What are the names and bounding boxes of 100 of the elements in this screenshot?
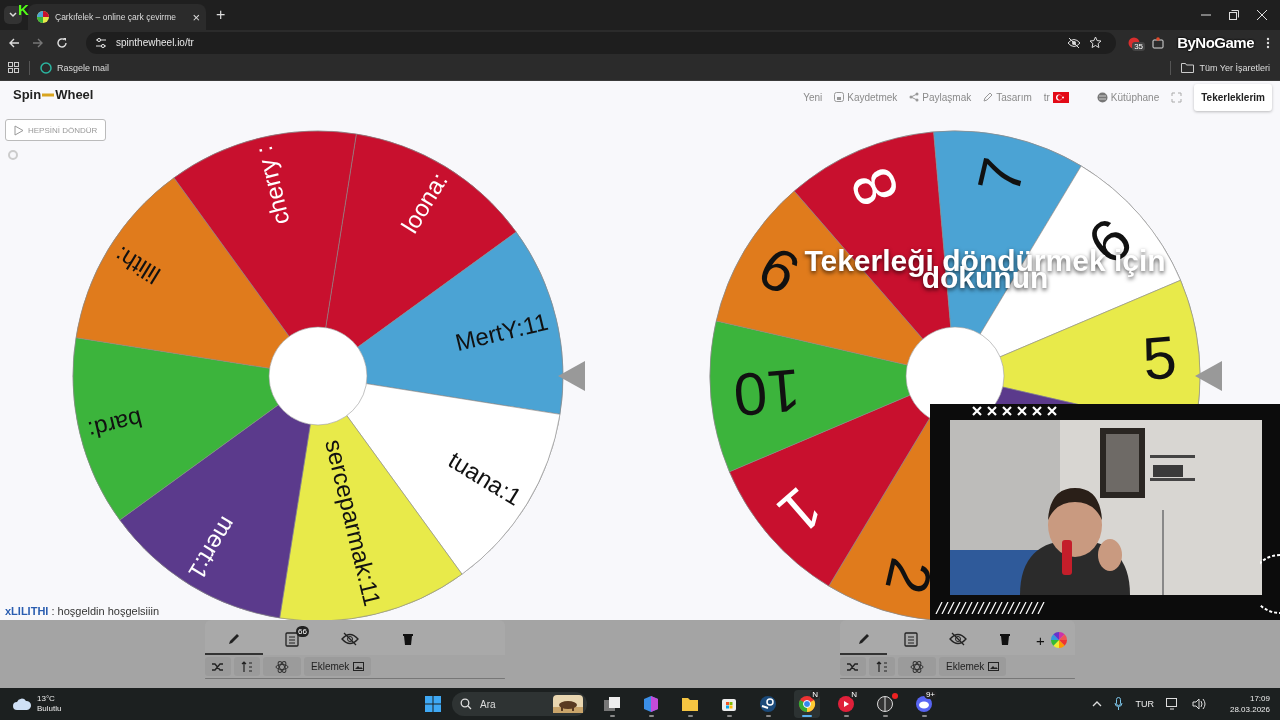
segment-label: MertY:11 [452,307,551,357]
network-icon[interactable] [1165,698,1180,710]
eye-slash-icon [948,632,967,646]
reload-icon[interactable] [56,36,68,49]
play-icon [14,124,24,136]
shuffle-button[interactable] [205,657,231,676]
shuffle-button[interactable] [840,657,866,676]
stream-logo: K [18,1,29,18]
chrome-logo-icon [798,695,816,713]
image-icon [988,662,1000,671]
count-badge: 66 [296,626,309,637]
extension-badge: 35 [1132,41,1146,51]
segment-label: 5 [1140,323,1180,393]
segment-label: 1 [765,474,835,547]
globe-icon [1096,91,1108,103]
circle-icon [40,61,52,74]
color-wheel-icon[interactable] [1050,632,1067,648]
taskview-logo-icon [603,695,621,713]
browser-tab[interactable]: Çarkıfelek – online çark çevirme × [28,4,206,30]
forward-icon[interactable] [32,36,44,49]
wheel-icon [36,10,50,24]
close-tab-button[interactable]: × [192,9,200,25]
logo-text[interactable]: Wheel [55,87,94,102]
clock[interactable]: 17:09 28.03.2026 [1229,693,1270,715]
new-tab-button[interactable]: + [216,6,226,24]
share-icon [909,92,920,102]
bookmark-link[interactable]: Rasgele mail [40,61,110,74]
notification-badge: 9+ [923,690,937,699]
nav-link[interactable]: tr [1043,91,1069,103]
back-icon[interactable] [8,36,20,49]
add-button[interactable]: + [1028,631,1049,649]
pencil-icon [983,92,994,102]
chevron-icon [8,10,18,20]
microphone-icon[interactable] [1114,697,1124,711]
pencil-icon [856,632,871,646]
atom-button[interactable] [898,657,936,676]
sort-icon [241,660,253,673]
list-tab[interactable]: 66 [263,625,321,655]
office-logo-icon [642,695,660,713]
add-button[interactable]: Eklemek [304,657,372,676]
segment-label: bard: [85,405,145,445]
sort-icon [876,660,888,673]
restore-icon[interactable] [1229,10,1239,20]
chevron-up-icon[interactable] [1092,701,1103,707]
search-box[interactable]: Ara [452,692,587,716]
eye-slash-icon[interactable] [1067,36,1082,49]
address-bar[interactable]: spinthewheel.io/tr [86,31,1117,54]
logo-text[interactable]: Spin [13,87,42,102]
steam-logo-icon [759,695,777,713]
clipboard-icon [285,631,299,647]
volume-icon[interactable] [1191,698,1206,710]
segment-label: 8 [837,158,913,216]
cloud-icon [12,697,32,711]
trash-icon [403,633,413,645]
tune-icon[interactable] [94,35,108,50]
close-icon[interactable] [1257,10,1267,20]
segment-label: 10 [730,356,804,429]
notification-badge: N [849,690,859,699]
flag-icon [1052,91,1069,103]
atom-icon [910,659,924,674]
eye-slash-icon [341,632,359,646]
shuffle-icon [847,661,859,672]
atom-icon [275,659,289,674]
trash-icon [999,633,1010,645]
weather-condition: Bulutlu [37,704,62,714]
chat-message: xLILITHI : hoşgeldin hoşgelsiiin [5,605,160,617]
segment-label: cherry : [249,143,295,228]
language-indicator[interactable]: TUR [1135,699,1154,709]
segment-label: lilith: [109,241,165,290]
pointer-icon [1195,361,1222,391]
folder-icon [1181,62,1195,73]
my-wheels-button[interactable]: Tekerleklerim [1194,83,1272,111]
ring-drawing [1260,554,1280,614]
more-icon[interactable] [1266,36,1270,49]
shuffle-icon [212,661,224,672]
apps-grid-icon[interactable] [8,62,19,73]
atom-button[interactable] [263,657,301,676]
weather-widget[interactable]: 13°C Bulutlu [12,694,425,714]
url-text: spinthewheel.io/tr [116,37,194,48]
music-logo-icon [837,695,855,713]
chrome-app-icon[interactable]: N [794,690,820,718]
segment-label: 2 [872,552,946,600]
add-button[interactable]: Eklemek [939,657,1007,676]
pencil-icon [227,632,241,646]
search-icon [460,698,472,710]
nav-link[interactable]: Yeni [803,91,823,103]
save-icon [834,92,845,102]
clipboard-icon [903,631,918,647]
pointer-icon [558,361,585,391]
all-bookmarks-link[interactable]: Tüm Yer İşaretleri [1181,62,1270,73]
puzzle-icon[interactable] [1152,36,1166,49]
overlay-logo: ByNoGame [1177,34,1254,51]
search-field[interactable]: Ara [478,697,547,711]
notification-badge: N [810,690,820,699]
tab-title: Çarkıfelek – online çark çevirme [55,12,176,22]
start-icon[interactable] [425,696,441,712]
image-icon [353,662,365,671]
sort-button[interactable] [234,657,260,676]
sort-button[interactable] [869,657,895,676]
star-icon[interactable] [1089,36,1103,49]
